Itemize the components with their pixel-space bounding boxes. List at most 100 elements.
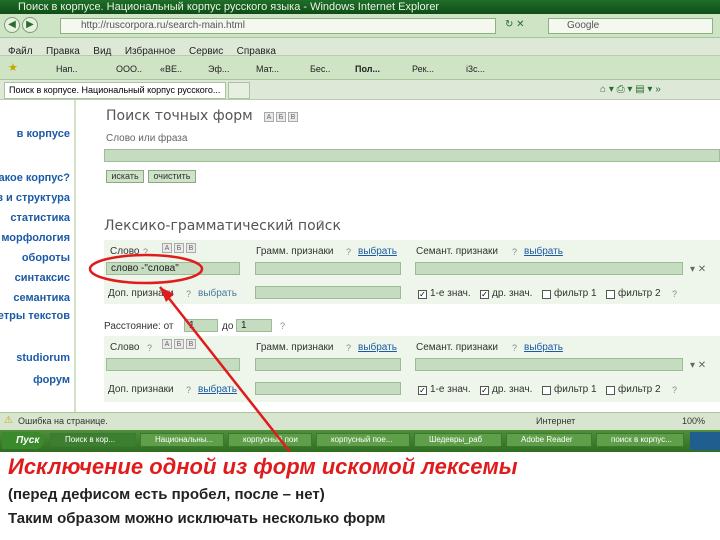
tab-active[interactable]: Поиск в корпусе. Национальный корпус рус… <box>4 82 226 99</box>
distance-to-label: до <box>222 321 234 332</box>
task-item-6[interactable]: Adobe Reader <box>506 433 592 447</box>
sidebar-item-structure[interactable]: в и структура <box>0 192 70 204</box>
status-zoom[interactable]: 100% <box>682 416 705 426</box>
checkbox-first-sense-2[interactable]: ✓ <box>418 386 427 395</box>
layout-btn-b[interactable]: Б <box>276 112 286 122</box>
fav-item-6[interactable]: Бес.. <box>310 64 330 74</box>
fav-item-3[interactable]: «ВЕ.. <box>160 64 182 74</box>
fav-item-7[interactable]: Пол... <box>355 64 380 74</box>
distance-to-input[interactable]: 1 <box>236 319 272 332</box>
layout-btn-word2-c[interactable]: В <box>186 339 196 349</box>
fav-item-2[interactable]: OOO.. <box>116 64 142 74</box>
layout-btn-word-c[interactable]: В <box>186 243 196 253</box>
checkbox-filter2-2[interactable] <box>606 386 615 395</box>
checkbox-first-sense-1[interactable]: ✓ <box>418 290 427 299</box>
gram-input-2[interactable] <box>255 358 401 371</box>
new-tab-button[interactable] <box>228 82 250 99</box>
layout-btn-word2-a[interactable]: А <box>162 339 172 349</box>
refresh-icon[interactable]: ↻ ✕ <box>505 19 525 30</box>
word-input-2[interactable] <box>106 358 240 371</box>
word-input-1[interactable]: слово -"слова" <box>106 262 240 275</box>
task-item-3[interactable]: корпусный пои <box>228 433 312 447</box>
sidebar-item-semantics[interactable]: семантика <box>13 292 70 304</box>
gram-input-1[interactable] <box>255 262 401 275</box>
sem-choose-link-2[interactable]: выбрать <box>524 342 563 353</box>
clear-button[interactable]: очистить <box>148 170 196 183</box>
start-button[interactable]: Пуск <box>2 432 44 449</box>
fav-item-4[interactable]: Эф... <box>208 64 229 74</box>
layout-btn-word2-b[interactable]: Б <box>174 339 184 349</box>
tab-label: Поиск в корпусе. Национальный корпус рус… <box>9 85 221 95</box>
sidebar-item-text-params[interactable]: етры текстов <box>0 310 70 322</box>
sidebar-item-studiorum[interactable]: studiorum <box>16 352 70 364</box>
help-icon-add-2[interactable]: ? <box>186 385 191 395</box>
sidebar-item-syntax[interactable]: синтаксис <box>15 272 70 284</box>
task-item-2[interactable]: Национальны... <box>140 433 224 447</box>
gram-choose-link-1[interactable]: выбрать <box>358 246 397 257</box>
back-icon[interactable]: ◀ <box>4 17 20 33</box>
help-icon[interactable]: ? <box>318 219 324 231</box>
add-choose-2[interactable]: выбрать <box>198 384 237 395</box>
sidebar-item-turns[interactable]: обороты <box>22 252 70 264</box>
help-icon-sem-1[interactable]: ? <box>512 247 517 257</box>
search-button[interactable]: искать <box>106 170 144 183</box>
gram-choose-link-2[interactable]: выбрать <box>358 342 397 353</box>
help-icon-add-1[interactable]: ? <box>186 289 191 299</box>
favorites-star-icon[interactable]: ★ <box>8 61 18 74</box>
start-label: Пуск <box>16 435 40 446</box>
fav-item-5[interactable]: Мат... <box>256 64 279 74</box>
task-item-7[interactable]: поиск в корпус... <box>596 433 684 447</box>
sidebar-item-forum[interactable]: форум <box>33 374 70 386</box>
sem-choose-link-1[interactable]: выбрать <box>524 246 563 257</box>
sidebar-item-what-corpus[interactable]: такое корпус? <box>0 172 70 184</box>
task-item-5[interactable]: Шедевры_раб <box>414 433 502 447</box>
layout-btn-c[interactable]: В <box>288 112 298 122</box>
layout-btn-word-a[interactable]: А <box>162 243 172 253</box>
add-input-2[interactable] <box>255 382 401 395</box>
sem-input-2[interactable] <box>415 358 683 371</box>
help-icon-word-2[interactable]: ? <box>147 343 152 353</box>
forward-icon[interactable]: ▶ <box>22 17 38 33</box>
distance-from-value: 1 <box>189 320 195 331</box>
checkbox-other-sense-2[interactable]: ✓ <box>480 386 489 395</box>
gram-label-1: Грамм. признаки <box>256 246 334 257</box>
fav-item-9[interactable]: i3c... <box>466 64 485 74</box>
row-controls-1[interactable]: ▾ ✕ <box>690 264 706 275</box>
warning-icon[interactable]: ⚠ <box>4 415 13 426</box>
row-controls-2[interactable]: ▾ ✕ <box>690 360 706 371</box>
help-icon-sem-2[interactable]: ? <box>512 343 517 353</box>
command-bar-icons[interactable]: ⌂ ▾ ⎙ ▾ ▤ ▾ » <box>600 84 661 95</box>
help-icon-gram-2[interactable]: ? <box>346 343 351 353</box>
sidebar-item-morphology[interactable]: морфология <box>1 232 70 244</box>
sidebar-item-search[interactable]: в корпусе <box>17 128 70 140</box>
layout-btn-word-b[interactable]: Б <box>174 243 184 253</box>
opt-other-sense-1: др. знач. <box>492 288 533 299</box>
task-item-1[interactable]: Поиск в кор... <box>50 433 136 447</box>
help-icon-filters-1[interactable]: ? <box>672 289 677 299</box>
exact-phrase-input[interactable] <box>104 149 720 162</box>
opt-filter2-1: фильтр 2 <box>618 288 661 299</box>
search-box[interactable]: Google <box>548 18 713 34</box>
task-item-4[interactable]: корпусный пое... <box>316 433 410 447</box>
help-icon-word-1[interactable]: ? <box>143 247 148 257</box>
checkbox-filter1-1[interactable] <box>542 290 551 299</box>
sidebar-item-statistics[interactable]: статистика <box>10 212 70 224</box>
add-choose-1[interactable]: выбрать <box>198 288 237 299</box>
status-bar <box>0 412 720 430</box>
fav-item-8[interactable]: Рек... <box>412 64 434 74</box>
sidebar: в корпусе такое корпус? в и структура ст… <box>0 100 76 412</box>
fav-item-1[interactable]: Нап.. <box>56 64 77 74</box>
sem-input-1[interactable] <box>415 262 683 275</box>
help-icon-gram-1[interactable]: ? <box>346 247 351 257</box>
address-input[interactable]: http://ruscorpora.ru/search-main.html <box>60 18 496 34</box>
checkbox-other-sense-1[interactable]: ✓ <box>480 290 489 299</box>
help-icon-filters-2[interactable]: ? <box>672 385 677 395</box>
caption-line-2: Таким образом можно исключать несколько … <box>8 510 386 527</box>
distance-from-input[interactable]: 1 <box>184 319 218 332</box>
browser-screenshot: Поиск в корпусе. Национальный корпус рус… <box>0 0 720 452</box>
add-input-1[interactable] <box>255 286 401 299</box>
checkbox-filter2-1[interactable] <box>606 290 615 299</box>
checkbox-filter1-2[interactable] <box>542 386 551 395</box>
help-icon-distance[interactable]: ? <box>280 321 285 331</box>
layout-btn-a[interactable]: А <box>264 112 274 122</box>
